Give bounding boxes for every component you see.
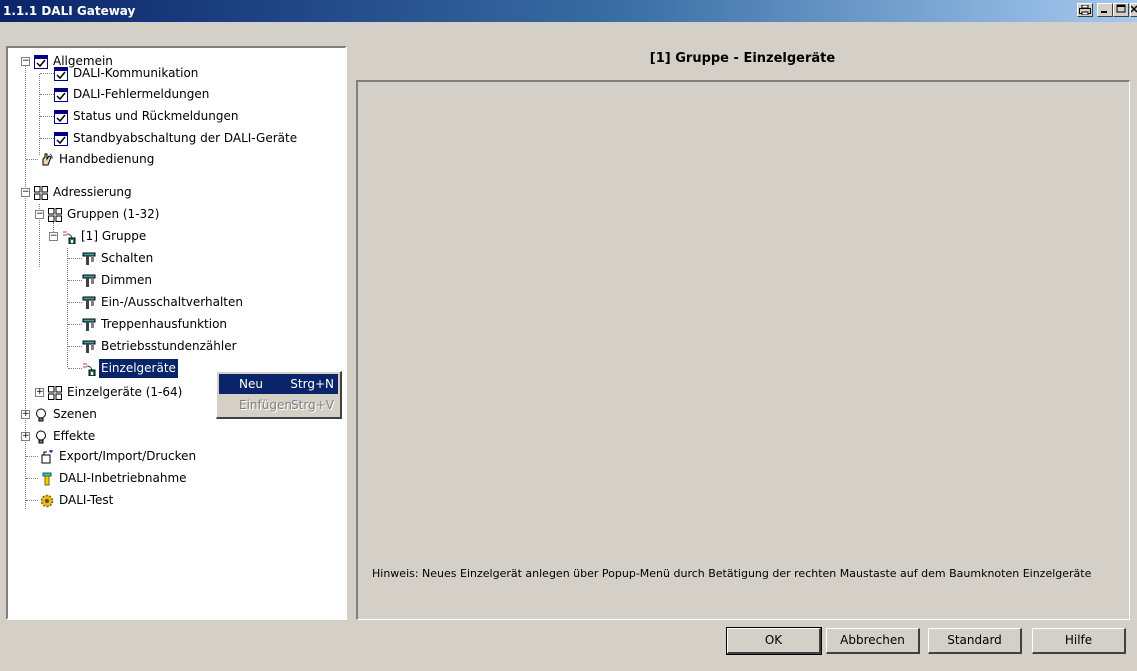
hint-text: Hinweis: Neues Einzelgerät anlegen über … [372,567,1092,580]
group-icon [63,231,76,244]
tree-panel[interactable]: − Allgemein DALI-Kommunikation DALI-Fehl… [6,46,347,620]
checklist-icon [34,55,48,69]
minimize-button[interactable] [1097,3,1113,17]
collapse-toggle[interactable]: − [49,232,58,241]
grid-icon [48,208,62,222]
maximize-button[interactable] [1113,3,1129,17]
export-icon [41,450,53,464]
wrench-icon [42,472,52,486]
hand-icon [42,153,53,166]
menu-item-einfuegen[interactable]: Einfügen Strg+V [219,395,338,415]
grid-icon [48,386,62,400]
tool-icon [82,252,96,265]
help-button[interactable]: Hilfe [1032,628,1126,654]
expand-toggle[interactable]: + [21,410,30,419]
close-button[interactable] [1130,3,1137,17]
print-button[interactable] [1077,3,1093,17]
content-panel: Hinweis: Neues Einzelgerät anlegen über … [356,80,1130,620]
tree-connector [39,74,40,155]
bulb-icon [36,408,46,422]
checklist-icon [54,67,68,81]
close-icon [1130,5,1137,13]
tool-icon [82,340,96,353]
minimize-icon [1101,11,1107,13]
bulb-icon [36,430,46,444]
tool-icon [82,274,96,287]
tool-icon [82,296,96,309]
context-menu: Neu Strg+N Einfügen Strg+V [216,371,342,419]
checklist-icon [54,110,68,124]
group-icon [83,363,96,376]
page-title: [1] Gruppe - Einzelgeräte [649,51,836,66]
cancel-button[interactable]: Abbrechen [826,628,920,654]
gear-icon [40,494,54,508]
collapse-toggle[interactable]: − [21,57,30,66]
checklist-icon [54,88,68,102]
expand-toggle[interactable]: + [35,388,44,397]
maximize-icon [1116,4,1126,13]
collapse-toggle[interactable]: − [35,210,44,219]
ok-button[interactable]: OK [726,627,822,655]
tree-connector [25,66,26,509]
tool-icon [82,318,96,331]
checklist-icon [54,132,68,146]
window-title: 1.1.1 DALI Gateway [3,4,136,18]
collapse-toggle[interactable]: − [21,188,30,197]
menu-item-neu[interactable]: Neu Strg+N [219,374,338,394]
tree-connector [67,248,68,367]
title-bar: 1.1.1 DALI Gateway [0,0,1137,22]
expand-toggle[interactable]: + [21,432,30,441]
grid-icon [34,186,48,200]
print-icon [1079,4,1091,16]
standard-button[interactable]: Standard [928,628,1022,654]
